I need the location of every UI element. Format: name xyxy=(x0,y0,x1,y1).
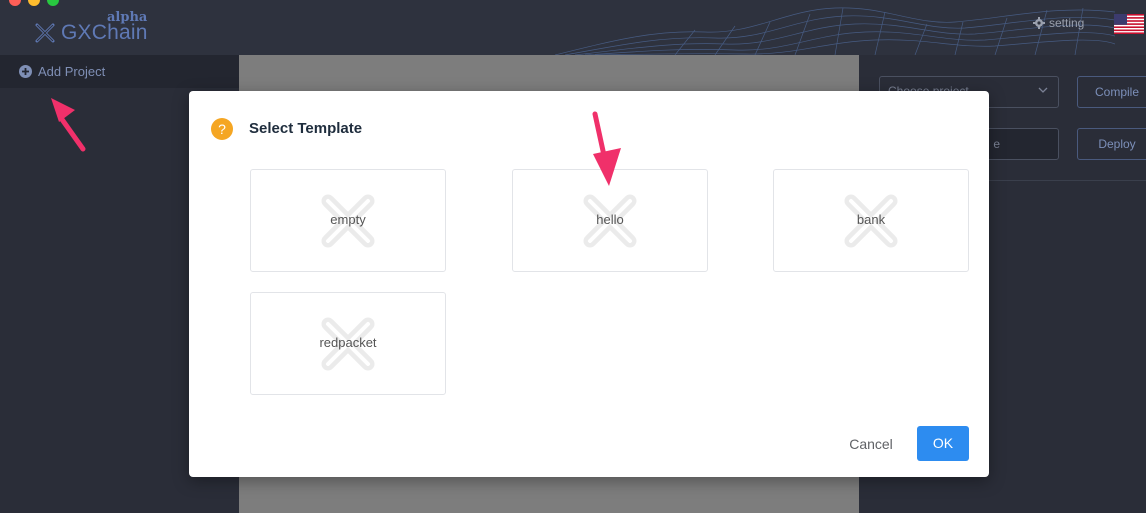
template-card-empty[interactable]: empty xyxy=(250,169,446,272)
template-card-bank[interactable]: bank xyxy=(773,169,969,272)
annotation-arrow xyxy=(592,111,621,186)
template-card-redpacket[interactable]: redpacket xyxy=(250,292,446,395)
cancel-button[interactable]: Cancel xyxy=(839,427,903,462)
question-icon: ? xyxy=(211,118,233,140)
ok-button[interactable]: OK xyxy=(917,426,969,461)
dialog-title: Select Template xyxy=(249,120,363,137)
template-label: hello xyxy=(596,212,624,227)
template-label: bank xyxy=(856,212,886,227)
template-label: redpacket xyxy=(319,335,377,350)
template-label: empty xyxy=(330,212,366,227)
